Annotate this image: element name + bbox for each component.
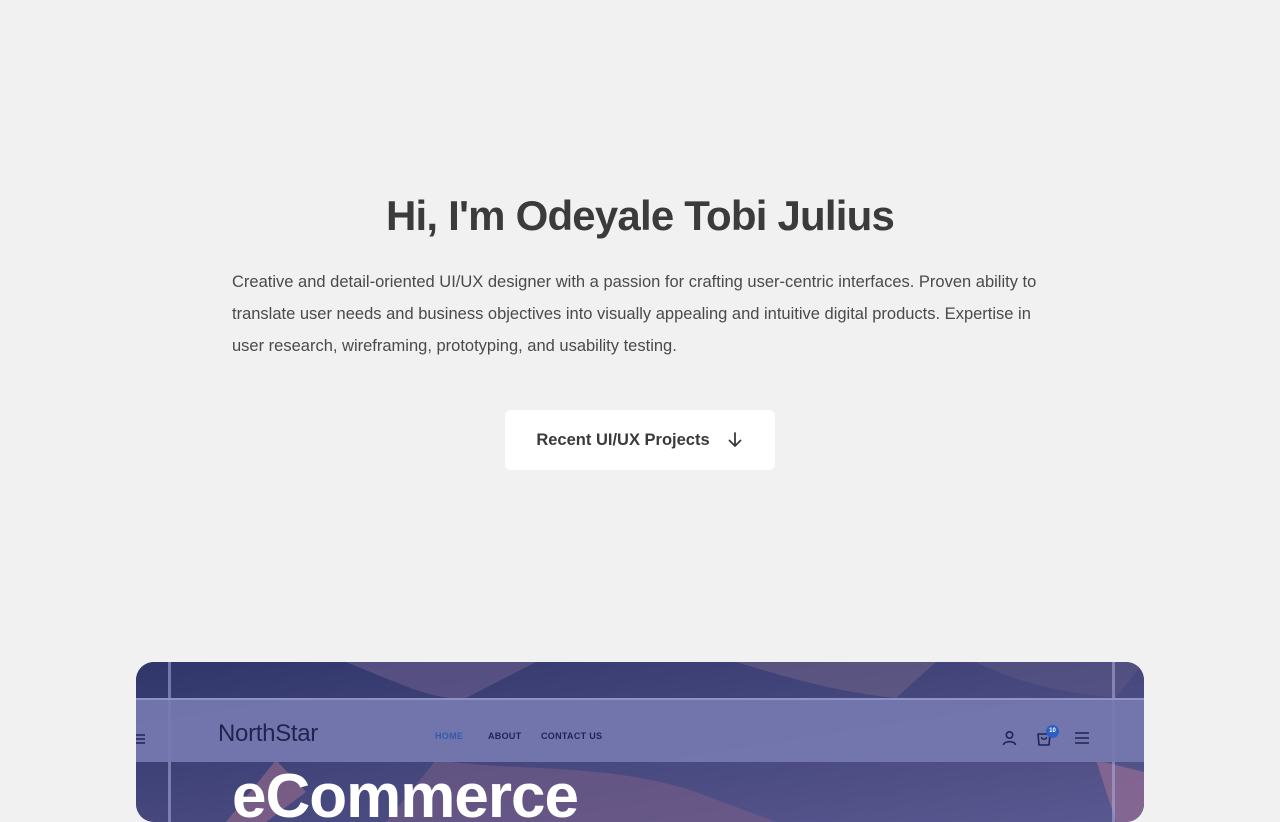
- user-icon: [1002, 730, 1017, 751]
- recent-projects-button[interactable]: Recent UI/UX Projects: [505, 410, 775, 470]
- arrow-down-icon: [726, 431, 744, 449]
- hero-title: Hi, I'm Odeyale Tobi Julius: [385, 192, 895, 239]
- preview-nav-home: HOME: [435, 731, 464, 741]
- hero-description: Creative and detail-oriented UI/UX desig…: [232, 273, 1037, 355]
- preview-headline: eCommerce: [232, 762, 579, 822]
- hero-section: Hi, I'm Odeyale Tobi Julius Creative and…: [0, 0, 1280, 620]
- preview-nav-contact: CONTACT US: [541, 731, 603, 741]
- preview-logo: NorthStar: [218, 720, 319, 747]
- hamburger-icon: [1074, 731, 1090, 750]
- recent-projects-label: Recent UI/UX Projects: [536, 430, 710, 449]
- menu-icon: [136, 732, 146, 750]
- preview-nav-about: ABOUT: [488, 731, 522, 741]
- project-card-ecommerce[interactable]: NorthStar HOME ABOUT CONTACT US 10 eComm…: [136, 662, 1144, 822]
- cart-count-badge: 10: [1046, 725, 1059, 738]
